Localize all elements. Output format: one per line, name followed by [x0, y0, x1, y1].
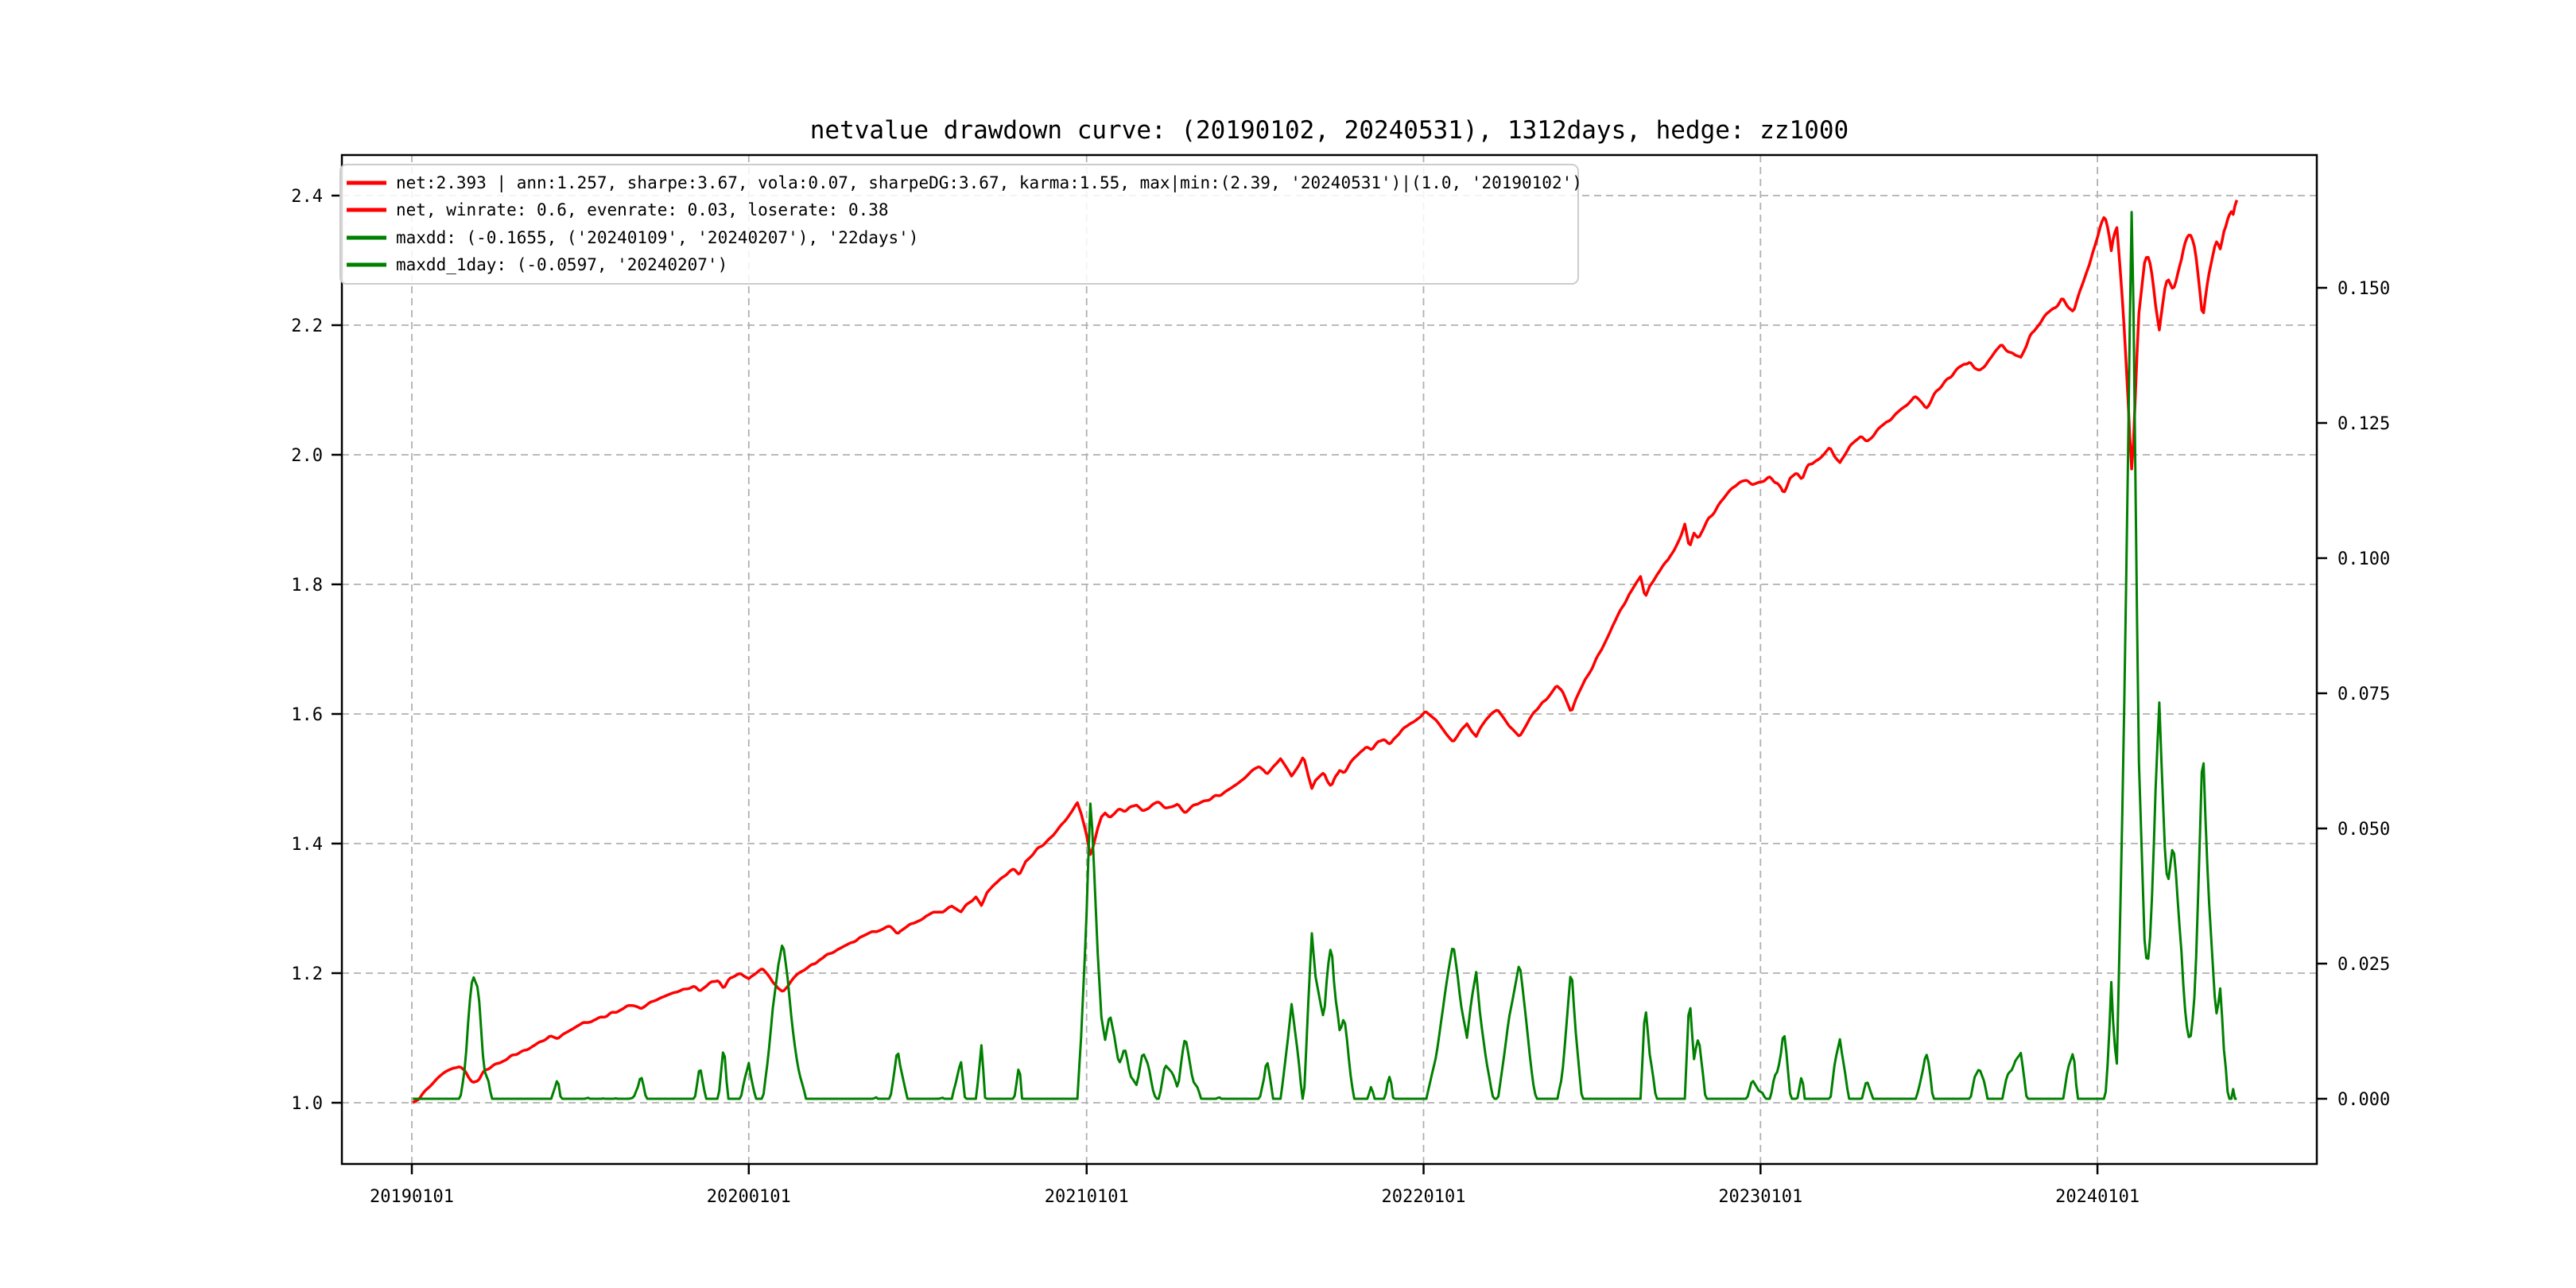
- axis-tick-labels: 1.0 1.2 1.4 1.6 1.8 2.0 2.2 2.4 0.000 0.025 0.050 0…: [291, 187, 2390, 1207]
- netvalue-drawdown-figure: 1.0 1.2 1.4 1.6 1.8 2.0 2.2 2.4 0.000 0.025 0.050 0…: [0, 0, 2576, 1288]
- y-left-tick-label: 1.8: [291, 576, 323, 596]
- plot-border: [340, 153, 2318, 1166]
- y-left-tick-label: 2.0: [291, 446, 323, 466]
- x-tick-label: 20200101: [707, 1187, 791, 1207]
- legend-label-maxdd-1day: maxdd_1day: (-0.0597, '20240207'): [396, 255, 727, 274]
- y-right-tick-label: 0.075: [2337, 685, 2390, 704]
- y-left-tick-label: 1.6: [291, 705, 323, 725]
- legend-label-net-winrate: net, winrate: 0.6, evenrate: 0.03, loser…: [396, 200, 889, 219]
- gridlines: [342, 155, 2317, 1164]
- series-curves: [412, 200, 2239, 1104]
- y-left-tick-label: 2.2: [291, 316, 323, 336]
- y-right-tick-label: 0.150: [2337, 279, 2390, 299]
- y-right-tick-label: 0.000: [2337, 1090, 2390, 1110]
- x-tick-label: 20210101: [1045, 1187, 1129, 1207]
- chart-title: netvalue drawdown curve: (20190102, 2024…: [810, 116, 1849, 145]
- chart-canvas: 1.0 1.2 1.4 1.6 1.8 2.0 2.2 2.4 0.000 0.025 0.050 0…: [291, 116, 2390, 1207]
- y-left-tick-label: 2.4: [291, 187, 323, 207]
- legend-label-net-stats: net:2.393 | ann:1.257, sharpe:3.67, vola…: [396, 173, 1582, 193]
- y-right-tick-label: 0.050: [2337, 820, 2390, 840]
- y-left-tick-label: 1.2: [291, 964, 323, 984]
- legend-row: maxdd_1day: (-0.0597, '20240207'): [347, 255, 727, 274]
- x-tick-label: 20240101: [2055, 1187, 2140, 1207]
- y-right-tick-label: 0.025: [2337, 955, 2390, 975]
- legend: net:2.393 | ann:1.257, sharpe:3.67, vola…: [339, 164, 1582, 285]
- legend-row: net:2.393 | ann:1.257, sharpe:3.67, vola…: [347, 173, 1582, 193]
- legend-label-maxdd: maxdd: (-0.1655, ('20240109', '20240207'…: [396, 228, 918, 247]
- drawdown-curve: [413, 211, 2237, 1100]
- y-right-tick-label: 0.100: [2337, 549, 2390, 569]
- legend-row: net, winrate: 0.6, evenrate: 0.03, loser…: [347, 200, 889, 219]
- y-left-tick-label: 1.4: [291, 835, 323, 855]
- y-right-tick-label: 0.125: [2337, 414, 2390, 434]
- x-tick-label: 20230101: [1718, 1187, 1802, 1207]
- legend-row: maxdd: (-0.1655, ('20240109', '20240207'…: [347, 228, 918, 247]
- net-curve: [412, 200, 2239, 1104]
- x-tick-label: 20220101: [1382, 1187, 1466, 1207]
- x-tick-label: 20190101: [370, 1187, 454, 1207]
- y-left-tick-label: 1.0: [291, 1094, 323, 1114]
